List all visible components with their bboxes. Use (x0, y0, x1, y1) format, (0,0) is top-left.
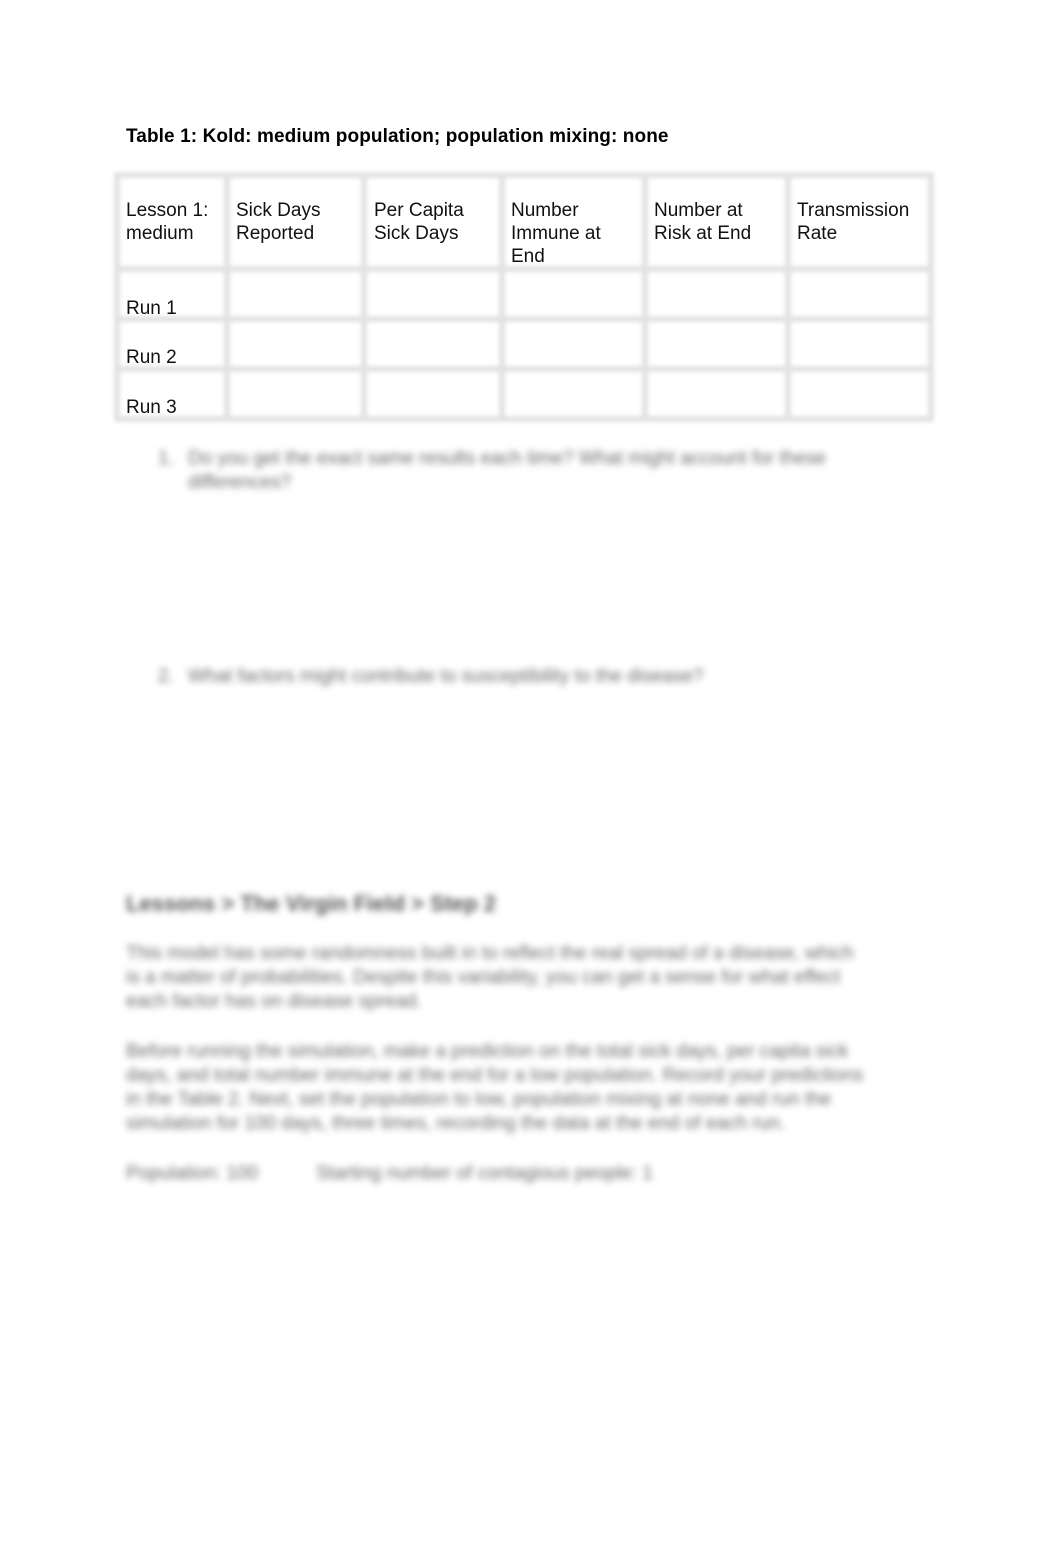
section-paragraph-2: Before running the simulation, make a pr… (126, 1041, 864, 1134)
grid-line (499, 172, 505, 422)
table-row-label: Run 1 (126, 298, 177, 319)
section-paragraph-1: This model has some randomness built in … (126, 943, 854, 1012)
grid-line (361, 172, 367, 422)
question-text: What factors might contribute to suscept… (188, 666, 704, 687)
question-text: Do you get the exact same results each t… (188, 448, 826, 493)
question-2: 2. What factors might contribute to susc… (158, 665, 918, 689)
header-cell-sick-days: Sick Days Reported (236, 200, 321, 244)
grid-line (114, 416, 934, 422)
section-heading: Lessons > The Virgin Field > Step 2 (126, 891, 497, 916)
table-title: Table 1: Kold: medium population; popula… (126, 126, 669, 147)
population-setting: Population: 100 (126, 1163, 259, 1184)
contagious-setting: Starting number of contagious people: 1 (316, 1163, 653, 1184)
grid-line (114, 172, 120, 422)
grid-line (928, 172, 934, 422)
grid-line (642, 172, 648, 422)
table-row-label: Run 2 (126, 347, 177, 368)
grid-line (114, 316, 934, 322)
header-cell-at-risk: Number at Risk at End (654, 200, 752, 244)
header-cell-lesson: Lesson 1: medium (126, 200, 209, 244)
document-page: Table 1: Kold: medium population; popula… (0, 0, 1062, 1556)
header-cell-immune: Number Immune at End (511, 200, 601, 267)
table-row-label: Run 3 (126, 397, 177, 418)
question-number: 2. (158, 666, 174, 687)
grid-line (785, 172, 791, 422)
grid-line (114, 366, 934, 372)
question-number: 1. (158, 448, 174, 469)
header-cell-transmission: Transmission Rate (797, 200, 910, 244)
grid-line (224, 172, 230, 422)
header-cell-per-capita: Per Capita Sick Days (374, 200, 464, 244)
grid-line (114, 172, 934, 178)
question-1: 1. Do you get the exact same results eac… (158, 447, 918, 495)
